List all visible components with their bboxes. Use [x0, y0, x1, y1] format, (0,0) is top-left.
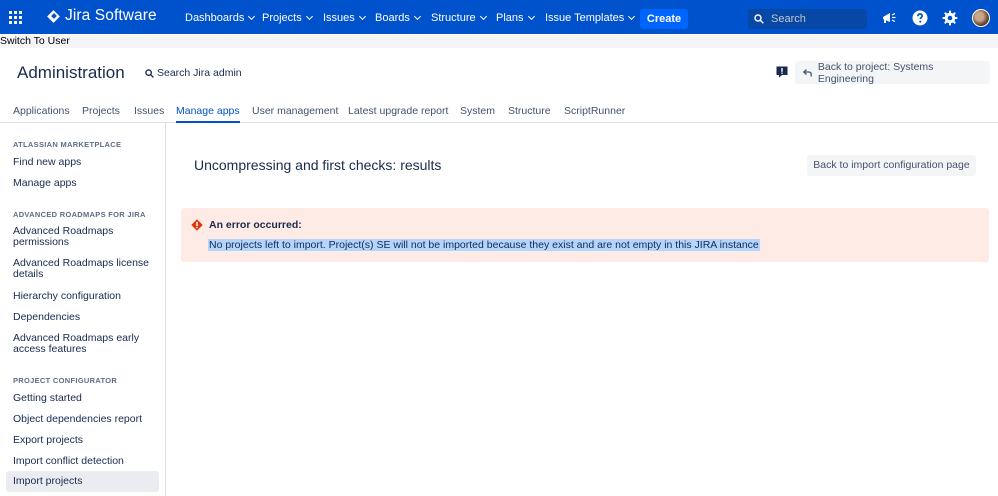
- nav-issues[interactable]: Issues: [323, 12, 366, 24]
- tab-issues[interactable]: Issues: [134, 105, 164, 123]
- search-icon: [145, 68, 154, 78]
- back-to-project-button[interactable]: Back to project: Systems Engineering: [795, 60, 990, 85]
- sidebar-item-manage-apps[interactable]: Manage apps: [13, 178, 153, 189]
- switch-user-link[interactable]: Switch To User: [0, 35, 998, 48]
- sidebar-item-advanced-roadmaps-license[interactable]: Advanced Roadmaps license details: [13, 258, 153, 280]
- chevron-down-icon: [358, 12, 366, 21]
- sidebar-heading: ADVANCED ROADMAPS FOR JIRA: [13, 210, 146, 219]
- search-icon: [754, 14, 764, 24]
- feedback-icon[interactable]: [776, 66, 788, 78]
- nav-structure-label: Structure: [431, 12, 476, 24]
- nav-boards[interactable]: Boards: [375, 12, 421, 24]
- sidebar-item-getting-started[interactable]: Getting started: [13, 393, 153, 404]
- chevron-down-icon: [527, 12, 535, 21]
- tab-scriptrunner[interactable]: ScriptRunner: [564, 105, 625, 123]
- error-title: An error occurred:: [209, 219, 302, 231]
- nav-issue-templates-label: Issue Templates: [545, 12, 625, 24]
- create-button[interactable]: Create: [640, 9, 688, 29]
- help-icon[interactable]: [912, 10, 928, 26]
- nav-structure[interactable]: Structure: [431, 12, 487, 24]
- search-jira-admin-button[interactable]: Search Jira admin: [145, 67, 242, 79]
- chevron-down-icon: [305, 12, 313, 21]
- nav-plans[interactable]: Plans: [496, 12, 535, 24]
- settings-gear-icon[interactable]: [942, 10, 958, 26]
- nav-projects[interactable]: Projects: [262, 12, 313, 24]
- chevron-down-icon: [413, 12, 421, 21]
- user-avatar[interactable]: [972, 9, 990, 27]
- tab-projects[interactable]: Projects: [82, 105, 120, 123]
- sidebar-item-object-dependencies-report[interactable]: Object dependencies report: [13, 414, 153, 425]
- sidebar-item-hierarchy-configuration[interactable]: Hierarchy configuration: [13, 291, 153, 302]
- chevron-down-icon: [628, 12, 636, 21]
- search-jira-admin-label: Search Jira admin: [157, 67, 242, 79]
- global-search[interactable]: [748, 9, 867, 29]
- results-heading: Uncompressing and first checks: results: [194, 157, 442, 173]
- nav-projects-label: Projects: [262, 12, 302, 24]
- nav-boards-label: Boards: [375, 12, 410, 24]
- sidebar-item-advanced-roadmaps-permissions[interactable]: Advanced Roadmaps permissions: [13, 226, 153, 248]
- app-switcher-icon[interactable]: [9, 11, 22, 24]
- brand-name: Jira Software: [65, 7, 157, 24]
- chevron-down-icon: [479, 12, 487, 21]
- admin-sidebar: ATLASSIAN MARKETPLACE Find new apps Mana…: [0, 123, 166, 496]
- sidebar-item-import-conflict-detection[interactable]: Import conflict detection: [13, 456, 153, 467]
- sidebar-heading: ATLASSIAN MARKETPLACE: [13, 140, 122, 149]
- nav-issue-templates[interactable]: Issue Templates: [545, 12, 636, 24]
- nav-dashboards-label: Dashboards: [185, 12, 245, 24]
- back-to-project-label: Back to project: Systems Engineering: [817, 60, 934, 85]
- page-title: Administration: [17, 63, 125, 82]
- top-navigation-bar: Jira Software Dashboards Projects Issues…: [0, 0, 998, 34]
- error-description: No projects left to import. Project(s) S…: [208, 239, 760, 251]
- sidebar-heading: PROJECT CONFIGURATOR: [13, 376, 118, 385]
- sidebar-item-export-projects[interactable]: Export projects: [13, 435, 153, 446]
- tab-applications[interactable]: Applications: [13, 105, 70, 123]
- sidebar-item-import-projects[interactable]: Import projects: [6, 471, 159, 492]
- tab-system[interactable]: System: [460, 105, 495, 123]
- sidebar-item-early-access-features[interactable]: Advanced Roadmaps early access features: [13, 333, 153, 355]
- nav-plans-label: Plans: [496, 12, 524, 24]
- sidebar-item-find-new-apps[interactable]: Find new apps: [13, 157, 153, 168]
- notifications-megaphone-icon[interactable]: [881, 10, 897, 26]
- search-input[interactable]: [771, 13, 861, 25]
- tab-structure[interactable]: Structure: [508, 105, 551, 123]
- nav-dashboards[interactable]: Dashboards: [185, 12, 256, 24]
- chevron-down-icon: [248, 12, 256, 21]
- tab-manage-apps[interactable]: Manage apps: [176, 105, 240, 123]
- back-arrow-icon: [803, 68, 812, 76]
- error-message-panel: An error occurred: No projects left to i…: [181, 208, 989, 262]
- sidebar-item-dependencies[interactable]: Dependencies: [13, 312, 153, 323]
- admin-tabs: Applications Projects Issues Manage apps…: [0, 100, 998, 123]
- nav-issues-label: Issues: [323, 12, 355, 24]
- error-icon: [191, 219, 203, 231]
- back-to-import-configuration-button[interactable]: Back to import configuration page: [807, 155, 976, 176]
- tab-latest-upgrade-report[interactable]: Latest upgrade report: [348, 105, 448, 123]
- jira-logo[interactable]: Jira Software: [47, 7, 157, 25]
- jira-diamond-icon: [47, 10, 60, 23]
- tab-user-management[interactable]: User management: [252, 105, 338, 123]
